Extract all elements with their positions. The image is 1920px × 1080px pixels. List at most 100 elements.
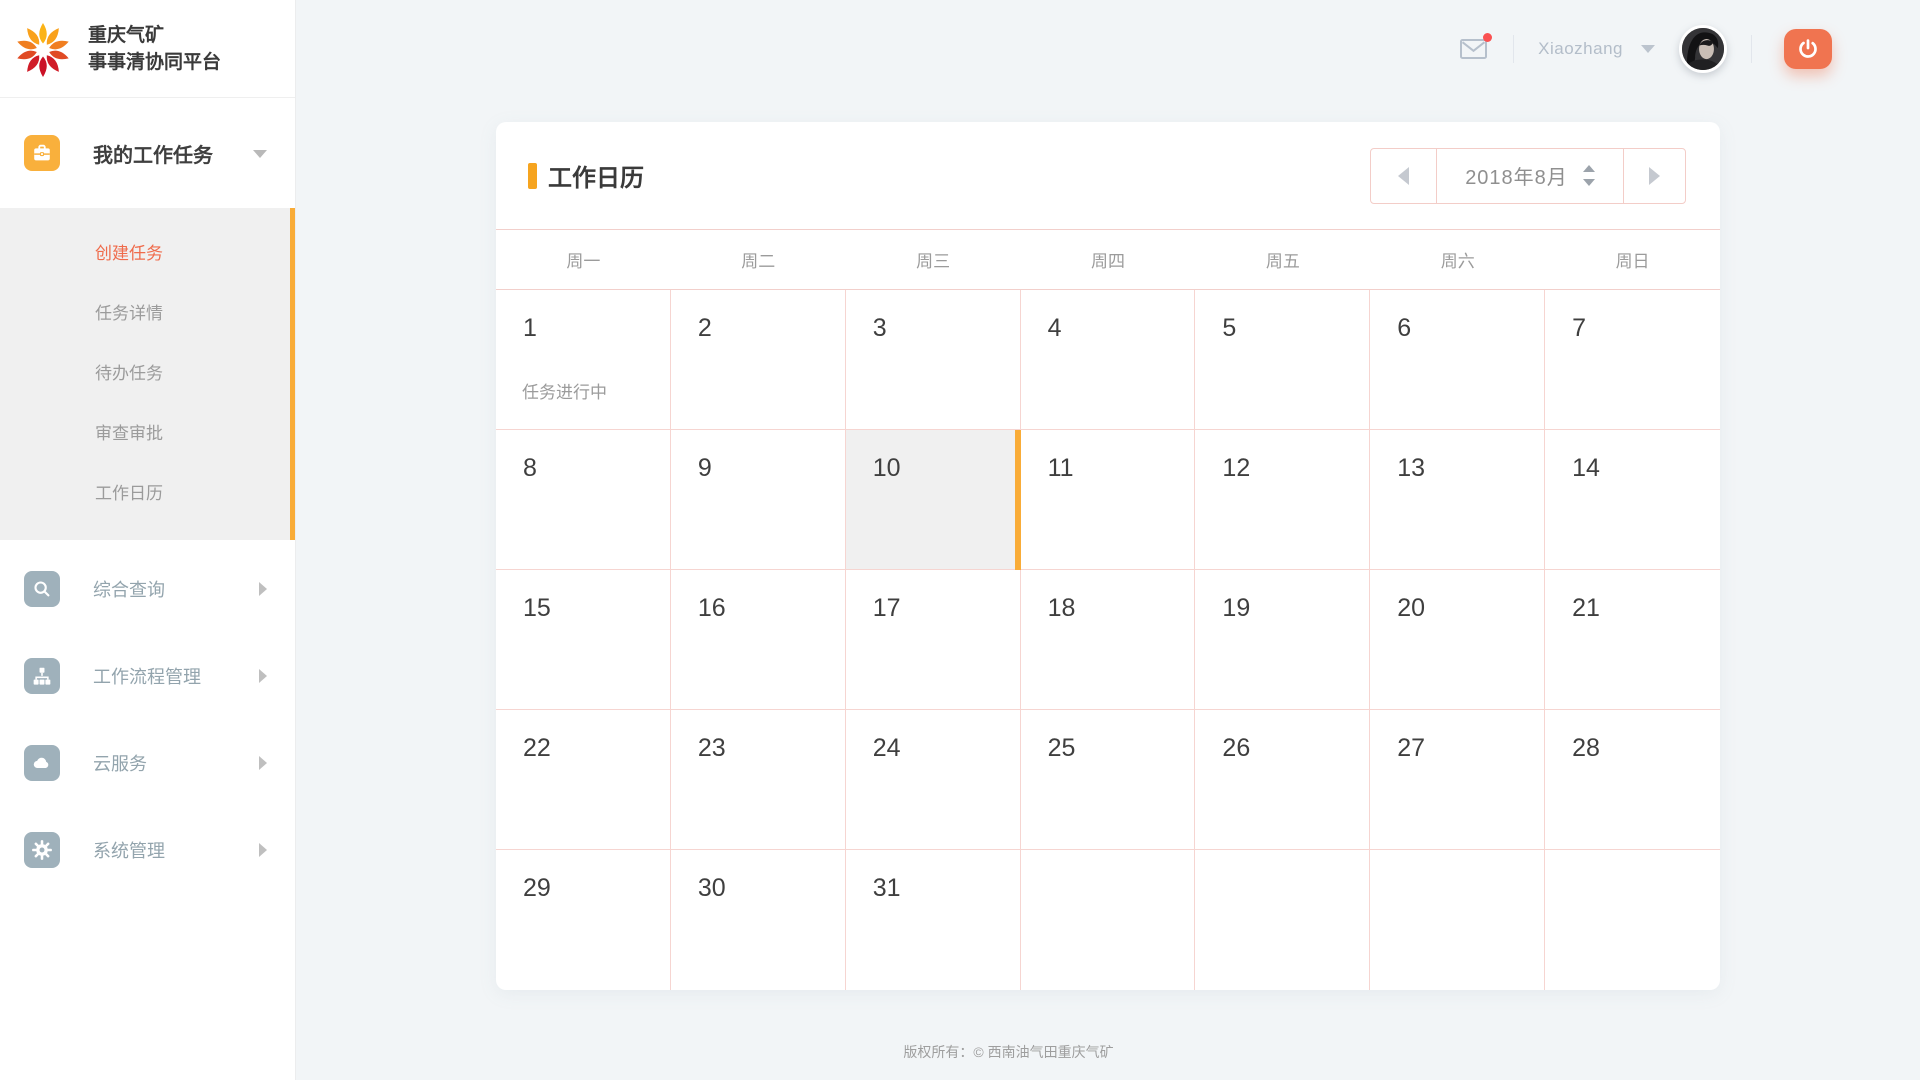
day-number: 29: [523, 874, 670, 903]
sidebar-item-system-management[interactable]: 系统管理: [0, 806, 295, 893]
day-number: 3: [873, 314, 1020, 343]
sidebar-item-comprehensive-query[interactable]: 综合查询: [0, 545, 295, 632]
calendar-day-cell[interactable]: 7: [1545, 290, 1720, 430]
calendar-day-cell[interactable]: 11: [1021, 430, 1196, 570]
logout-power-button[interactable]: [1784, 29, 1832, 69]
calendar-day-cell[interactable]: 16: [671, 570, 846, 710]
weekday-row: 周一周二周三周四周五周六周日: [496, 230, 1720, 290]
day-event-label: 任务进行中: [522, 378, 607, 403]
section-label: 系统管理: [93, 837, 165, 863]
day-number: 19: [1222, 594, 1369, 623]
day-number: 20: [1397, 594, 1544, 623]
calendar-day-cell[interactable]: 4: [1021, 290, 1196, 430]
mail-icon[interactable]: [1459, 37, 1489, 61]
calendar-day-cell[interactable]: 21: [1545, 570, 1720, 710]
day-number: 30: [698, 874, 845, 903]
day-number: 1: [523, 314, 670, 343]
calendar-day-cell[interactable]: 14: [1545, 430, 1720, 570]
topbar: Xiaozhang: [296, 0, 1920, 98]
day-number: 23: [698, 734, 845, 763]
calendar-day-cell[interactable]: 17: [846, 570, 1021, 710]
calendar-cell-empty: [1195, 850, 1370, 990]
section-label: 云服务: [93, 750, 147, 776]
month-spinner[interactable]: [1583, 165, 1595, 186]
calendar-day-cell[interactable]: 18: [1021, 570, 1196, 710]
calendar-day-cell[interactable]: 13: [1370, 430, 1545, 570]
calendar-day-cell[interactable]: 3: [846, 290, 1021, 430]
sidebar-item-review-approve[interactable]: 审查审批: [0, 404, 295, 464]
calendar-cell-empty: [1021, 850, 1196, 990]
spinner-down-icon[interactable]: [1583, 179, 1595, 186]
day-number: 14: [1572, 454, 1720, 483]
sidebar-item-task-detail[interactable]: 任务详情: [0, 284, 295, 344]
month-label: 2018年8月: [1465, 161, 1568, 190]
day-number: 27: [1397, 734, 1544, 763]
prev-month-button[interactable]: [1371, 149, 1437, 203]
day-number: 21: [1572, 594, 1720, 623]
sidebar-item-workflow-management[interactable]: 工作流程管理: [0, 632, 295, 719]
chevron-right-icon: [259, 756, 267, 770]
calendar-day-cell[interactable]: 5: [1195, 290, 1370, 430]
weekday-label: 周六: [1370, 247, 1545, 272]
calendar-day-cell[interactable]: 10: [846, 430, 1021, 570]
brand-line-1: 重庆气矿: [88, 22, 221, 49]
sidebar-item-work-calendar[interactable]: 工作日历: [0, 464, 295, 524]
sidebar-group-my-tasks[interactable]: 我的工作任务: [0, 98, 295, 208]
calendar-day-cell[interactable]: 20: [1370, 570, 1545, 710]
group-label: 我的工作任务: [93, 139, 213, 168]
notification-dot: [1483, 33, 1492, 42]
calendar-day-cell[interactable]: 23: [671, 710, 846, 850]
user-chevron-down-icon[interactable]: [1641, 45, 1655, 53]
calendar-cell-empty: [1370, 850, 1545, 990]
calendar-day-cell[interactable]: 6: [1370, 290, 1545, 430]
briefcase-icon: [24, 135, 60, 171]
main-content: 工作日历 2018年8月 周一周二周三周四周五周六周日 1任务进行中23456: [296, 0, 1920, 1080]
spinner-up-icon[interactable]: [1583, 165, 1595, 172]
brand-line-2: 事事清协同平台: [88, 49, 221, 76]
calendar-day-cell[interactable]: 8: [496, 430, 671, 570]
section-label: 综合查询: [93, 576, 165, 602]
calendar-day-cell[interactable]: 22: [496, 710, 671, 850]
calendar-day-cell[interactable]: 31: [846, 850, 1021, 990]
calendar-day-cell[interactable]: 2: [671, 290, 846, 430]
day-number: 11: [1048, 454, 1195, 483]
calendar-day-cell[interactable]: 29: [496, 850, 671, 990]
calendar-grid: 1任务进行中2345678910111213141516171819202122…: [496, 290, 1720, 990]
day-number: 9: [698, 454, 845, 483]
calendar-day-cell[interactable]: 1 任务进行中: [496, 290, 671, 430]
day-number: 4: [1048, 314, 1195, 343]
title-marker: [528, 163, 537, 189]
calendar-day-cell[interactable]: 12: [1195, 430, 1370, 570]
calendar-day-cell[interactable]: 9: [671, 430, 846, 570]
sidebar-item-create-task[interactable]: 创建任务: [0, 224, 295, 284]
calendar-day-cell[interactable]: 28: [1545, 710, 1720, 850]
topbar-divider: [1513, 35, 1514, 63]
calendar-day-cell[interactable]: 27: [1370, 710, 1545, 850]
next-month-button[interactable]: [1623, 149, 1685, 203]
calendar-day-cell[interactable]: 19: [1195, 570, 1370, 710]
sidebar-item-cloud-services[interactable]: 云服务: [0, 719, 295, 806]
section-label: 工作流程管理: [93, 663, 201, 689]
footer-copyright: 版权所有：© 西南油气田重庆气矿: [296, 990, 1721, 1080]
day-number: 16: [698, 594, 845, 623]
day-number: 5: [1222, 314, 1369, 343]
sidebar-item-todo-tasks[interactable]: 待办任务: [0, 344, 295, 404]
calendar-card: 工作日历 2018年8月 周一周二周三周四周五周六周日 1任务进行中23456: [496, 122, 1720, 990]
sidebar: /* petals drawn by JS below */ 重庆气矿 事事清协…: [0, 0, 296, 1080]
day-number: 2: [698, 314, 845, 343]
username-label[interactable]: Xiaozhang: [1538, 39, 1623, 59]
calendar-day-cell[interactable]: 25: [1021, 710, 1196, 850]
weekday-label: 周四: [1021, 247, 1196, 272]
page-title: 工作日历: [548, 158, 644, 193]
chevron-right-icon: [259, 582, 267, 596]
day-number: 15: [523, 594, 670, 623]
calendar-day-cell[interactable]: 24: [846, 710, 1021, 850]
calendar-day-cell[interactable]: 26: [1195, 710, 1370, 850]
day-number: 12: [1222, 454, 1369, 483]
calendar-day-cell[interactable]: 15: [496, 570, 671, 710]
arrow-right-icon: [1649, 167, 1660, 185]
avatar[interactable]: [1679, 25, 1727, 73]
sidebar-sections: 综合查询 工作流程管理 云服务: [0, 540, 295, 893]
calendar-day-cell[interactable]: 30: [671, 850, 846, 990]
calendar-cell-empty: [1545, 850, 1720, 990]
